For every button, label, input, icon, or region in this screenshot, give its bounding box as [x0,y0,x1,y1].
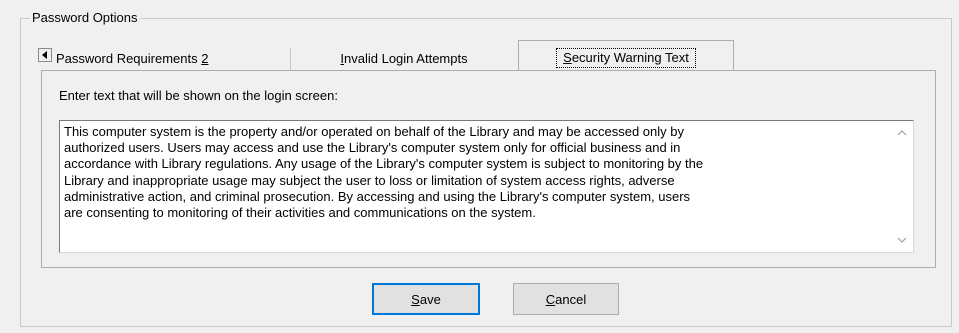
tab-label: Password Requirements [56,51,202,66]
tab-invalid-login-attempts[interactable]: Invalid Login Attempts [294,44,514,70]
tab-password-requirements-2[interactable]: Password Requirements 2 [48,44,294,70]
tab-accelerator: 2 [201,51,209,66]
button-accelerator: S [411,291,420,307]
tab-security-warning-text[interactable]: Security Warning Text [518,40,734,70]
warning-text[interactable]: This computer system is the property and… [64,124,894,221]
save-button[interactable]: Save [372,283,480,315]
warning-text-area[interactable]: This computer system is the property and… [59,120,914,253]
tab-accelerator: S [563,50,572,65]
tab-label: nvalid Login Attempts [344,51,468,66]
chevron-down-icon [897,237,907,243]
scroll-up-button[interactable] [895,127,909,139]
tab-label: ecurity Warning Text [571,50,689,65]
button-accelerator: C [545,291,556,307]
cancel-button[interactable]: Cancel [513,283,619,315]
chevron-up-icon [897,130,907,136]
tab-focus-outline: Security Warning Text [556,48,696,68]
button-label: ancel [555,291,587,307]
scroll-down-button[interactable] [895,234,909,246]
tab-divider [290,48,291,70]
group-title: Password Options [30,10,140,26]
button-label: ave [419,291,441,307]
prompt-label: Enter text that will be shown on the log… [59,88,338,103]
